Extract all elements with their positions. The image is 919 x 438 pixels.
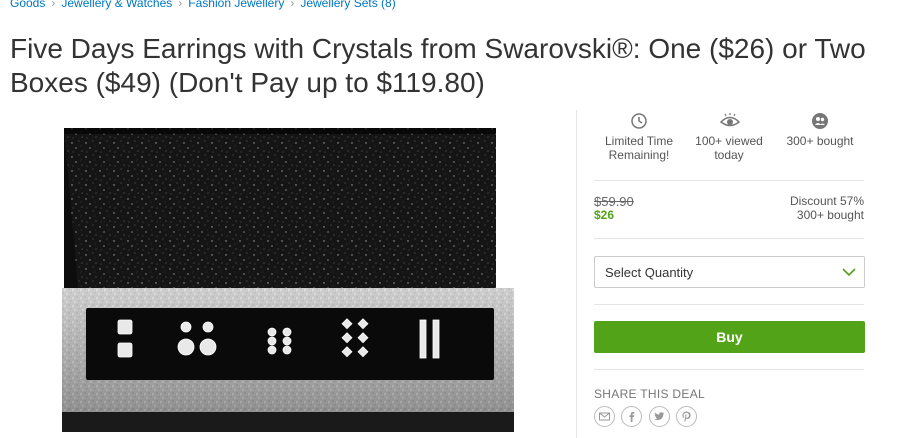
quantity-select-label: Select Quantity xyxy=(605,265,694,280)
people-icon xyxy=(811,112,829,130)
jewellery-box-illustration xyxy=(62,128,514,432)
deal-sidebar: Limited Time Remaining! 100+ viewed toda… xyxy=(576,110,876,438)
discount-label: Discount 57% xyxy=(789,194,864,208)
stat-bought: 300+ bought xyxy=(775,110,865,148)
stat-limited-time: Limited Time Remaining! xyxy=(594,110,684,162)
breadcrumb-separator: › xyxy=(290,0,295,10)
deal-stats: Limited Time Remaining! 100+ viewed toda… xyxy=(594,110,865,174)
email-icon[interactable] xyxy=(594,406,615,427)
divider xyxy=(594,180,864,181)
discount-info: Discount 57% 300+ bought xyxy=(790,194,864,222)
stat-viewed: 100+ viewed today xyxy=(684,110,774,162)
breadcrumb-item-fashion-jewellery[interactable]: Fashion Jewellery xyxy=(188,0,284,10)
share-label: SHARE THIS DEAL xyxy=(594,387,705,401)
quantity-select[interactable]: Select Quantity xyxy=(594,256,865,288)
eye-icon xyxy=(719,112,741,130)
share-buttons xyxy=(594,406,699,428)
deal-title: Five Days Earrings with Crystals from Sw… xyxy=(10,33,866,98)
divider xyxy=(594,238,864,239)
twitter-icon[interactable] xyxy=(648,406,670,427)
breadcrumb: Goods › Jewellery & Watches › Fashion Jewell… xyxy=(10,0,396,10)
breadcrumb-item-jewellery-sets[interactable]: Jewellery Sets (8) xyxy=(300,0,395,10)
deal-price: $26 xyxy=(594,208,615,222)
breadcrumb-item-goods[interactable]: Goods xyxy=(10,0,45,10)
stat-viewed-label: 100+ viewed today xyxy=(695,134,763,162)
breadcrumb-separator: › xyxy=(51,0,56,10)
original-price: $59.90 xyxy=(594,194,634,209)
facebook-icon[interactable] xyxy=(621,406,643,427)
product-image[interactable] xyxy=(0,112,575,438)
clock-icon xyxy=(630,112,648,130)
stat-limited-label: Limited Time Remaining! xyxy=(604,134,674,162)
chevron-down-icon xyxy=(842,265,856,279)
bought-count: 300+ bought xyxy=(796,208,864,222)
divider xyxy=(594,304,864,305)
breadcrumb-item-jewellery-watches[interactable]: Jewellery & Watches xyxy=(61,0,172,10)
pinterest-icon[interactable] xyxy=(676,406,698,427)
divider xyxy=(594,369,864,370)
stat-bought-label: 300+ bought xyxy=(786,134,854,148)
breadcrumb-separator: › xyxy=(178,0,183,10)
buy-button[interactable]: Buy xyxy=(594,321,865,353)
